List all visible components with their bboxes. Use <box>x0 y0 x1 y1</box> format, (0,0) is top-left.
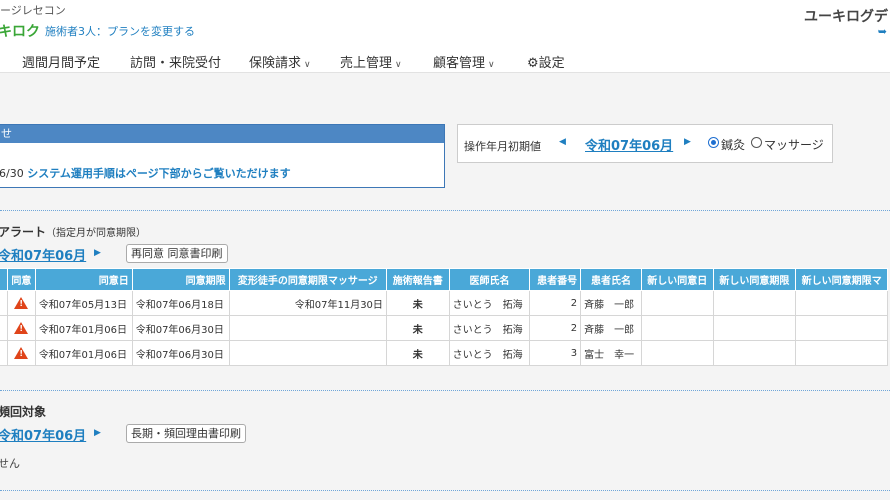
warning-icon <box>14 297 29 309</box>
nav-customers[interactable]: 顧客管理 ∨ <box>433 52 495 71</box>
col-header-deadline: 同意期限 <box>131 268 230 291</box>
col-header-doctor: 医師氏名 <box>448 268 531 291</box>
divider <box>0 210 890 211</box>
period-label: 操作年月初期値 <box>464 140 541 153</box>
row-select[interactable] <box>0 290 8 316</box>
alert-table: 同意 同意日 同意期限 変形徒手の同意期限マッサージ 施術報告書 医師氏名 患者… <box>0 268 888 366</box>
table-row[interactable]: 令和07年01月06日 令和07年06月30日 未 さいとう 拓海 2 斉藤 一… <box>0 315 888 341</box>
notice-item: 6/30 システム運用手順はページ下部からご覧いただけます <box>0 165 291 181</box>
patient-name: 斉藤 一郎 <box>580 290 642 316</box>
longterm-reason-print-button[interactable]: 長期・頻回理由書印刷 <box>126 424 246 443</box>
new-consent-date <box>640 290 714 316</box>
col-header-new-massage-deadline: 新しい同意期限マ <box>795 268 888 291</box>
warning-icon <box>14 347 29 359</box>
nav-schedule[interactable]: 週間月間予定 <box>22 52 100 71</box>
alert-subtitle: （指定月が同意期限） <box>46 228 147 239</box>
prev-month-icon[interactable]: ◀ <box>559 137 566 147</box>
radio-shinkyu-label: 鍼灸 <box>721 138 746 152</box>
nav-sales[interactable]: 売上管理 ∨ <box>340 52 402 71</box>
report-status[interactable]: 未 <box>385 290 450 316</box>
new-massage-deadline <box>795 340 888 366</box>
divider <box>0 390 890 391</box>
notice-panel: せ 6/30 システム運用手順はページ下部からご覧いただけます <box>0 124 445 188</box>
col-header-patient-no: 患者番号 <box>529 268 582 291</box>
new-consent-date <box>640 315 714 341</box>
logout-icon[interactable]: ➥ <box>878 25 887 38</box>
chevron-down-icon: ∨ <box>304 60 311 70</box>
radio-shinkyu[interactable] <box>708 137 719 148</box>
nav-reception[interactable]: 訪問・来院受付 <box>130 52 221 71</box>
massage-deadline <box>228 315 387 341</box>
notice-link[interactable]: システム運用手順はページ下部からご覧いただけます <box>27 167 290 180</box>
patient-no: 2 <box>529 315 582 341</box>
massage-deadline <box>228 340 387 366</box>
new-massage-deadline <box>795 290 888 316</box>
col-header-report: 施術報告書 <box>385 268 450 291</box>
chevron-down-icon: ∨ <box>488 60 495 70</box>
reconsent-print-button[interactable]: 再同意 同意書印刷 <box>126 244 228 263</box>
col-header-new-deadline: 新しい同意期限 <box>712 268 797 291</box>
alert-month-link[interactable]: 令和07年06月 <box>0 245 86 264</box>
alert-next-month-icon[interactable]: ▶ <box>94 248 101 258</box>
new-deadline <box>712 340 797 366</box>
new-deadline <box>712 315 797 341</box>
notice-title: せ <box>0 125 444 143</box>
notice-date: 6/30 <box>0 167 24 180</box>
longterm-title: 頻回対象 <box>0 405 47 419</box>
col-header-new-consent-date: 新しい同意日 <box>640 268 714 291</box>
row-select[interactable] <box>0 340 8 366</box>
col-header-massage-deadline: 変形徒手の同意期限マッサージ <box>228 268 387 291</box>
new-consent-date <box>640 340 714 366</box>
patient-name: 富士 幸一 <box>580 340 642 366</box>
table-header-row: 同意 同意日 同意期限 変形徒手の同意期限マッサージ 施術報告書 医師氏名 患者… <box>0 268 888 291</box>
radio-massage[interactable] <box>751 137 762 148</box>
chevron-down-icon: ∨ <box>395 60 402 70</box>
warning-icon <box>14 322 29 334</box>
alert-title: アラート（指定月が同意期限） <box>0 225 147 239</box>
col-header-consent-date: 同意日 <box>34 268 133 291</box>
patient-no: 2 <box>529 290 582 316</box>
empty-message: せん <box>0 457 20 470</box>
doctor-name: さいとう 拓海 <box>448 340 531 366</box>
divider <box>0 490 890 491</box>
radio-massage-label: マッサージ <box>764 138 824 152</box>
table-row[interactable]: 令和07年05月13日 令和07年06月18日 令和07年11月30日 未 さい… <box>0 290 888 316</box>
logo[interactable]: キロク <box>0 21 40 41</box>
patient-no: 3 <box>529 340 582 366</box>
massage-deadline: 令和07年11月30日 <box>228 290 387 316</box>
col-header-patient-name: 患者氏名 <box>580 268 642 291</box>
period-selector: 操作年月初期値 ◀ 令和07年06月 ▶ 鍼灸 マッサージ <box>457 124 833 163</box>
nav-insurance-claim[interactable]: 保険請求 ∨ <box>249 52 311 71</box>
doctor-name: さいとう 拓海 <box>448 315 531 341</box>
row-select[interactable] <box>0 315 8 341</box>
deadline: 令和07年06月30日 <box>131 340 230 366</box>
next-month-icon[interactable]: ▶ <box>684 137 691 147</box>
deadline: 令和07年06月18日 <box>131 290 230 316</box>
user-name: ユーキログデ <box>804 9 888 25</box>
table-row[interactable]: 令和07年01月06日 令和07年06月30日 未 さいとう 拓海 3 富士 幸… <box>0 340 888 366</box>
patient-name: 斉藤 一郎 <box>580 315 642 341</box>
period-month-link[interactable]: 令和07年06月 <box>585 135 673 154</box>
longterm-month-link[interactable]: 令和07年06月 <box>0 425 86 444</box>
app-name: ージレセコン <box>0 4 66 17</box>
consent-date: 令和07年01月06日 <box>34 315 133 341</box>
doctor-name: さいとう 拓海 <box>448 290 531 316</box>
consent-date: 令和07年05月13日 <box>34 290 133 316</box>
consent-date: 令和07年01月06日 <box>34 340 133 366</box>
top-header: ージレセコン キロク 施術者3人：プランを変更する ユーキログデ ➥ 週間月間予… <box>0 0 890 73</box>
col-header-select <box>0 268 8 291</box>
gear-icon: ⚙ <box>527 56 539 71</box>
warning-cell <box>6 315 36 341</box>
longterm-next-month-icon[interactable]: ▶ <box>94 428 101 438</box>
nav-settings[interactable]: ⚙設定 <box>527 52 565 71</box>
report-status[interactable]: 未 <box>385 340 450 366</box>
col-header-consent: 同意 <box>6 268 36 291</box>
new-deadline <box>712 290 797 316</box>
change-plan-link[interactable]: 施術者3人：プランを変更する <box>45 23 195 39</box>
warning-cell <box>6 290 36 316</box>
report-status[interactable]: 未 <box>385 315 450 341</box>
new-massage-deadline <box>795 315 888 341</box>
warning-cell <box>6 340 36 366</box>
deadline: 令和07年06月30日 <box>131 315 230 341</box>
